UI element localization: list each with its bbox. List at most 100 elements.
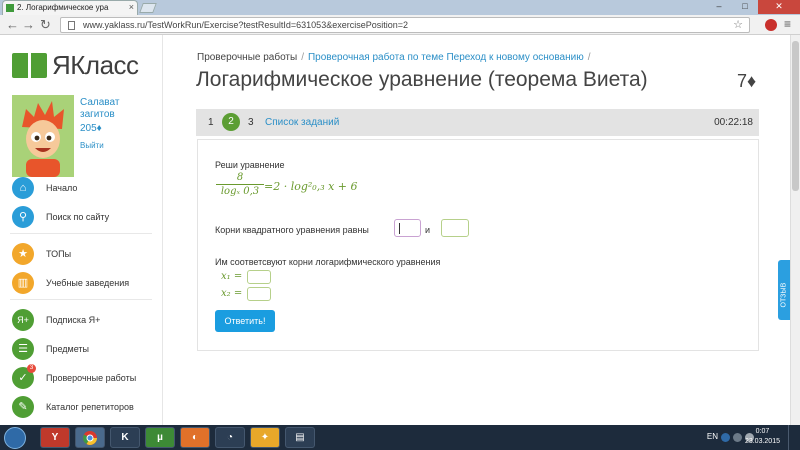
sidebar-item-tops[interactable]: ★ ТОПы <box>0 239 162 268</box>
favicon-icon <box>6 4 14 12</box>
address-bar[interactable]: www.yaklass.ru/TestWorkRun/Exercise?test… <box>60 17 750 33</box>
clock-time: 0:07 <box>755 428 770 435</box>
building-icon: ▥ <box>12 271 34 294</box>
task-link-1[interactable]: 1 <box>208 109 214 136</box>
sidebar-menu: ⌂ Начало ⚲ Поиск по сайту ★ ТОПы ▥ Учебн… <box>0 173 162 421</box>
plus-icon: Я+ <box>12 308 34 331</box>
clock-date: 23.03.2015 <box>744 438 780 445</box>
reload-icon[interactable]: ↻ <box>40 17 51 32</box>
logout-link[interactable]: Выйти <box>80 141 104 150</box>
yandex-icon[interactable]: Y <box>40 427 70 448</box>
feedback-tab[interactable]: ОТЗЫВ <box>778 260 790 320</box>
x1-input[interactable] <box>247 270 271 284</box>
window-close-icon[interactable]: ✕ <box>758 0 800 14</box>
avatar[interactable] <box>12 95 74 177</box>
book-logo-icon <box>12 52 48 78</box>
network-tray-icon[interactable] <box>733 433 742 442</box>
formula-rhs: =2 · log²₀,₃ x + 6 <box>264 180 358 193</box>
fraction-bar <box>216 184 264 185</box>
breadcrumb-separator: / <box>301 52 304 63</box>
formula-denominator: logₓ 0,3 <box>220 186 260 197</box>
root-1-input[interactable] <box>394 219 421 237</box>
task-navigation: 1 2 3 Список заданий 00:22:18 <box>196 109 759 136</box>
browser-menu-icon[interactable]: ≡ <box>784 18 791 30</box>
feedback-label: ОТЗЫВ <box>780 282 788 308</box>
help-tray-icon[interactable] <box>721 433 730 442</box>
minimize-icon[interactable]: – <box>706 0 732 14</box>
breadcrumb-tests[interactable]: Проверочные работы <box>197 52 297 63</box>
page-icon <box>68 21 75 30</box>
search-icon: ⚲ <box>12 205 34 228</box>
firefox-icon[interactable]: ◐ <box>180 427 210 448</box>
new-tab-button[interactable] <box>139 3 157 13</box>
page-scrollbar[interactable] <box>790 35 800 425</box>
exercise-panel: Реши уравнение 8 logₓ 0,3 =2 · log²₀,₃ x… <box>197 139 759 351</box>
sidebar-item-label: Поиск по сайту <box>46 211 110 222</box>
x2-label: x₂ = <box>221 288 243 299</box>
maximize-icon[interactable]: □ <box>732 0 758 14</box>
show-desktop-button[interactable] <box>788 425 800 450</box>
close-tab-icon[interactable]: × <box>129 1 134 14</box>
browser-tab[interactable]: 2. Логарифмическое ура × <box>2 0 138 15</box>
text-caret <box>399 223 400 234</box>
breadcrumb: Проверочные работы / Проверочная работа по… <box>197 52 595 63</box>
task-link-3[interactable]: 3 <box>248 109 254 136</box>
tab-title: 2. Логарифмическое ура <box>17 3 109 12</box>
sidebar-item-subjects[interactable]: ☰ Предметы <box>0 334 162 363</box>
sidebar-item-label: Подписка Я+ <box>46 314 101 325</box>
user-points: 205♦ <box>80 123 102 134</box>
breadcrumb-separator: / <box>587 52 591 63</box>
document-icon[interactable]: ▤ <box>285 427 315 448</box>
sidebar: ЯКласс Салават загитов 205♦ Выйти ⌂ Нача… <box>0 35 163 425</box>
formula-numerator: 8 <box>236 172 244 183</box>
sidebar-item-label: Каталог репетиторов <box>46 401 134 412</box>
app-yellow-icon[interactable]: ✦ <box>250 427 280 448</box>
back-icon[interactable]: ← <box>6 17 19 32</box>
language-indicator[interactable]: EN <box>707 432 718 441</box>
notification-badge: 3 <box>27 364 36 373</box>
instruction-text: Реши уравнение <box>215 160 285 170</box>
logo-text: ЯКласс <box>52 49 139 80</box>
sidebar-item-subscription[interactable]: Я+ Подписка Я+ <box>0 305 162 334</box>
windows-taskbar: Y K µ ◐ ◔ ✦ ▤ EN 0:07 23.03.2015 <box>0 425 800 450</box>
task-list-link[interactable]: Список заданий <box>265 109 339 136</box>
start-button[interactable] <box>4 427 26 449</box>
scrollbar-thumb[interactable] <box>792 41 799 191</box>
books-icon: ☰ <box>12 337 34 360</box>
chrome-icon[interactable] <box>75 427 105 448</box>
app-k-icon[interactable]: K <box>110 427 140 448</box>
sidebar-item-tests[interactable]: ✓ 3 Проверочные работы <box>0 363 162 392</box>
user-name[interactable]: Салават загитов <box>80 97 150 121</box>
x1-label: x₁ = <box>221 271 243 282</box>
breadcrumb-test-link[interactable]: Проверочная работа по теме Переход к нов… <box>308 52 584 63</box>
sidebar-item-tutors[interactable]: ✎ Каталог репетиторов <box>0 392 162 421</box>
window-controls: – □ ✕ <box>706 0 800 14</box>
score-badge: 7♦ <box>737 71 757 91</box>
timer: 00:22:18 <box>714 117 753 128</box>
app-blue-icon[interactable]: ◔ <box>215 427 245 448</box>
utorrent-icon[interactable]: µ <box>145 427 175 448</box>
and-label: и <box>425 225 431 235</box>
home-icon: ⌂ <box>12 176 34 199</box>
submit-answer-button[interactable]: Ответить! <box>215 310 275 332</box>
extension-icon[interactable] <box>765 19 777 31</box>
sidebar-item-label: ТОПы <box>46 248 72 259</box>
sidebar-item-label: Учебные заведения <box>46 277 130 288</box>
sidebar-item-search[interactable]: ⚲ Поиск по сайту <box>0 202 162 231</box>
sidebar-item-label: Предметы <box>46 343 90 354</box>
web-page: ЯКласс Салават загитов 205♦ Выйти ⌂ Нача… <box>0 35 790 425</box>
task-current-2[interactable]: 2 <box>222 113 240 131</box>
clock[interactable]: 0:07 23.03.2015 <box>745 427 780 447</box>
browser-toolbar: ← → ↻ www.yaklass.ru/TestWorkRun/Exercis… <box>0 15 800 35</box>
browser-titlebar: 2. Логарифмическое ура × – □ ✕ <box>0 0 800 15</box>
sidebar-item-label: Проверочные работы <box>46 372 137 383</box>
sidebar-item-home[interactable]: ⌂ Начало <box>0 173 162 202</box>
root-2-input[interactable] <box>441 219 469 237</box>
sidebar-item-schools[interactable]: ▥ Учебные заведения <box>0 268 162 297</box>
site-logo[interactable]: ЯКласс <box>12 49 139 80</box>
url-text: www.yaklass.ru/TestWorkRun/Exercise?test… <box>83 20 408 30</box>
forward-icon[interactable]: → <box>22 17 35 32</box>
bookmark-star-icon[interactable]: ☆ <box>733 18 743 32</box>
x2-input[interactable] <box>247 287 271 301</box>
sidebar-item-label: Начало <box>46 182 78 193</box>
